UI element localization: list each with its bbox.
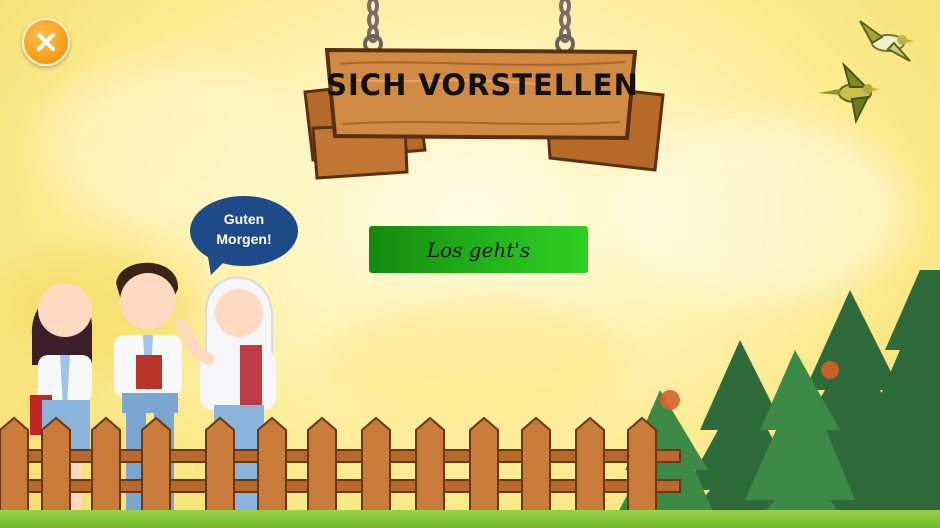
grass-ground [0, 510, 940, 528]
close-icon [37, 33, 55, 51]
speech-line-2: Morgen! [216, 231, 272, 247]
birds-illustration [818, 20, 914, 125]
wooden-fence [0, 416, 681, 520]
close-button[interactable] [22, 18, 70, 66]
game-scene: SICH VORSTELLEN Los geht's Guten Morgen! [0, 0, 940, 528]
sign-title: SICH VORSTELLEN [326, 68, 639, 102]
title-sign: SICH VORSTELLEN [295, 0, 670, 185]
start-button[interactable]: Los geht's [369, 226, 588, 273]
bird-icon [818, 61, 880, 125]
bird-icon [859, 20, 914, 62]
speech-line-1: Guten [223, 211, 265, 227]
